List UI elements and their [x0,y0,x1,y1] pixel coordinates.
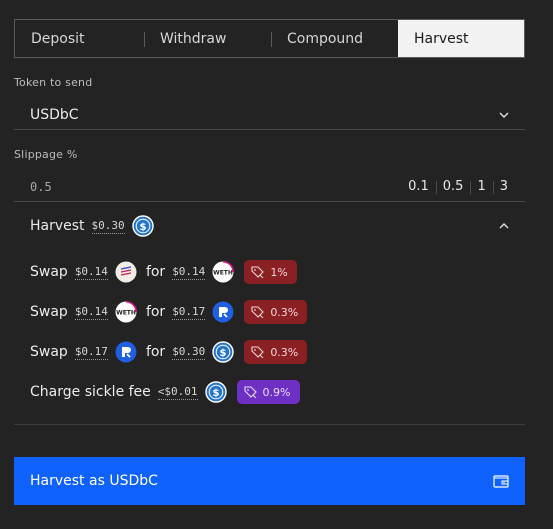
step-from-amount: $0.17 [74,344,108,360]
svg-text:WETH: WETH [213,270,233,277]
usdc-coin-icon: $ [212,341,235,363]
tab-label: Compound [287,30,364,47]
swap-step-1: Swap $0.14 for $0.14 WETH 1% [30,259,297,285]
step-action: Swap [30,304,68,320]
harvest-amount: $0.30 [91,218,125,234]
weth-coin-icon: WETH [212,261,235,283]
fee-value: 0.9% [262,385,291,399]
tab-deposit[interactable]: Deposit [15,20,144,57]
action-tabs: Deposit Withdraw Compound Harvest [14,19,525,58]
step-action: Swap [30,344,68,360]
usdc-coin-icon: $ [131,215,154,237]
step-to-amount: $0.30 [172,344,206,360]
tab-harvest[interactable]: Harvest [398,20,524,57]
tab-withdraw[interactable]: Withdraw [144,20,271,57]
token-select[interactable]: USDbC [14,100,525,130]
svg-text:$: $ [220,348,227,359]
usdc-coin-icon: $ [204,381,227,403]
step-from-amount: $0.14 [74,304,108,320]
tab-label: Harvest [414,30,469,47]
slippage-preset-0-1[interactable]: 0.1 [401,179,436,194]
chevron-up-icon[interactable] [498,220,510,232]
step-action: Swap [30,264,68,280]
blue-token-icon [212,301,234,323]
step-to-amount: $0.14 [172,264,206,280]
harvest-button[interactable]: Harvest as USDbC [14,457,525,505]
step-from-amount: $0.14 [74,264,108,280]
blue-token-icon [115,341,137,363]
charge-label: Charge sickle fee [30,384,151,400]
tab-compound[interactable]: Compound [271,20,398,57]
fee-badge: 0.9% [236,380,300,404]
fee-value: 1% [270,265,288,279]
slippage-field: 0.1 0.5 1 3 [14,172,525,202]
step-connector: for [145,304,166,320]
harvest-button-label: Harvest as USDbC [30,473,158,489]
token-select-value: USDbC [30,106,79,123]
swap-step-2: Swap $0.14 WETH for $0.17 0.3% [30,299,308,325]
slippage-preset-1[interactable]: 1 [470,179,492,194]
fee-value: 0.3% [270,345,299,359]
slippage-preset-0-5[interactable]: 0.5 [435,179,471,194]
slippage-input[interactable] [30,179,230,194]
chevron-down-icon [499,112,509,118]
svg-text:WETH: WETH [116,310,136,317]
fee-tag-icon [251,346,265,358]
tab-label: Deposit [31,30,85,47]
harvest-title: Harvest [30,218,85,234]
wallet-icon [493,475,509,488]
fee-badge: 0.3% [244,340,308,364]
slippage-preset-3[interactable]: 3 [492,179,515,194]
tab-label: Withdraw [160,30,227,47]
swap-step-3: Swap $0.17 for $0.30 $ 0.3% [30,339,308,365]
fee-tag-icon [251,306,265,318]
charge-fee-step: Charge sickle fee <$0.01 $ 0.9% [30,379,300,405]
svg-text:$: $ [212,388,219,399]
weth-coin-icon: WETH [115,301,137,323]
slippage-label: Slippage % [14,148,78,161]
token-label: Token to send [14,76,93,89]
fee-badge: 0.3% [244,300,308,324]
step-connector: for [145,344,166,360]
fee-value: 0.3% [270,305,299,319]
slippage-presets: 0.1 0.5 1 3 [401,179,515,194]
harvest-summary[interactable]: Harvest $0.30 $ [30,214,510,238]
svg-text:$: $ [139,222,146,233]
sickle-token-icon [115,261,137,283]
step-connector: for [145,264,166,280]
step-to-amount: $0.17 [172,304,206,320]
divider [14,424,525,425]
charge-amount: <$0.01 [157,384,198,400]
fee-badge: 1% [244,260,297,284]
fee-tag-icon [251,266,265,278]
fee-tag-icon [243,386,257,398]
